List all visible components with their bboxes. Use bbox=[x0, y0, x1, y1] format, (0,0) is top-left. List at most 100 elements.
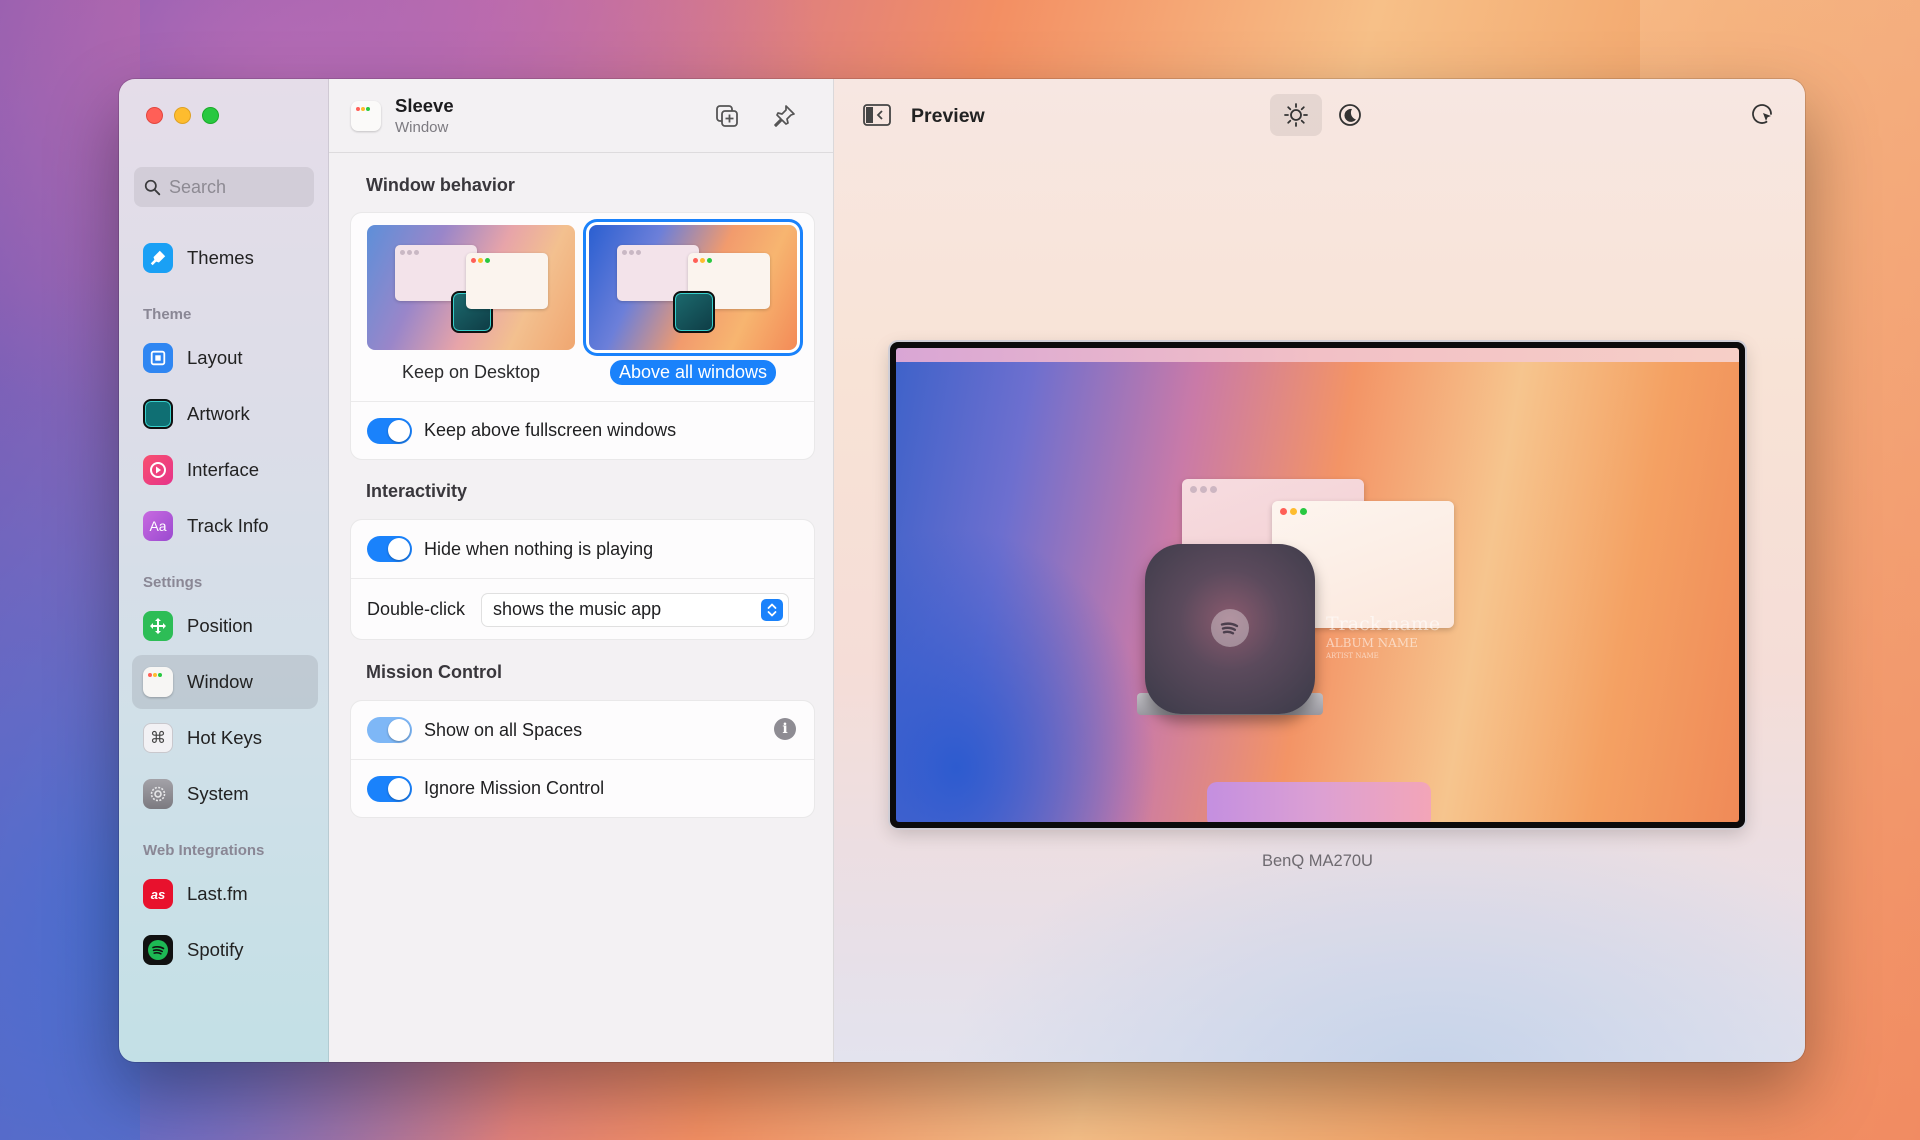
refresh-preview-button[interactable] bbox=[1737, 94, 1789, 136]
section-header-settings: Settings bbox=[143, 574, 203, 591]
hide-when-nothing-toggle[interactable] bbox=[367, 536, 412, 562]
search-icon bbox=[144, 179, 161, 195]
sidebar-item-window[interactable]: Window bbox=[132, 655, 318, 709]
system-icon bbox=[143, 779, 173, 809]
preview-track-name: Track name bbox=[1326, 613, 1441, 635]
option-label-selected: Above all windows bbox=[609, 360, 777, 385]
section-header-web-integrations: Web Integrations bbox=[143, 842, 265, 859]
thumbnail-artwork bbox=[673, 291, 715, 333]
sidebar-item-interface[interactable]: Interface bbox=[132, 443, 318, 497]
mission-control-card: Show on all Spaces i Ignore Mission Cont… bbox=[350, 700, 815, 818]
sidebar-item-spotify[interactable]: Spotify bbox=[132, 923, 318, 977]
monitor-preview: Track name ALBUM NAME ARTIST NAME bbox=[890, 342, 1745, 828]
preview-dock bbox=[1207, 782, 1431, 822]
dark-mode-button[interactable] bbox=[1324, 94, 1376, 136]
sidebar-item-label: Window bbox=[187, 671, 253, 692]
sidebar-nav: Themes Theme Layout Artwork Interface Aa… bbox=[132, 231, 318, 979]
sidebar-item-label: Spotify bbox=[187, 939, 244, 960]
double-click-row: Double-click shows the music app bbox=[351, 578, 814, 639]
preview-title: Preview bbox=[911, 105, 985, 127]
spotify-icon bbox=[143, 935, 173, 965]
show-on-all-spaces-row: Show on all Spaces i bbox=[351, 701, 814, 759]
sidebar-item-label: Last.fm bbox=[187, 883, 248, 904]
interface-icon bbox=[143, 455, 173, 485]
position-icon bbox=[143, 611, 173, 641]
toggle-label: Hide when nothing is playing bbox=[424, 538, 654, 559]
ignore-mission-control-toggle[interactable] bbox=[367, 775, 412, 802]
sidebar-item-artwork[interactable]: Artwork bbox=[132, 387, 318, 441]
sidebar-item-label: Position bbox=[187, 615, 253, 636]
section-mission-control: Mission Control bbox=[366, 662, 502, 682]
chevron-up-down-icon bbox=[761, 598, 784, 621]
pin-button[interactable] bbox=[769, 101, 799, 131]
keep-on-desktop-thumbnail bbox=[367, 225, 575, 350]
toggle-label: Keep above fullscreen windows bbox=[424, 420, 677, 440]
spotify-icon bbox=[1211, 609, 1249, 647]
option-above-all-windows[interactable]: Above all windows bbox=[587, 225, 799, 401]
sidebar-item-position[interactable]: Position bbox=[132, 599, 318, 653]
search-field[interactable]: Search bbox=[134, 167, 314, 207]
moon-icon bbox=[1339, 104, 1361, 126]
double-click-label: Double-click bbox=[367, 599, 466, 619]
sidebar-item-system[interactable]: System bbox=[132, 767, 318, 821]
themes-icon bbox=[143, 243, 173, 273]
section-header-theme: Theme bbox=[143, 306, 192, 323]
layout-icon bbox=[143, 343, 173, 373]
sidebar-item-themes[interactable]: Themes bbox=[132, 231, 318, 285]
sidebar-item-layout[interactable]: Layout bbox=[132, 331, 318, 385]
new-window-button[interactable] bbox=[712, 101, 742, 131]
sidebar-item-label: Themes bbox=[187, 247, 254, 268]
keep-above-fullscreen-toggle[interactable] bbox=[367, 417, 412, 444]
track-info-icon: Aa bbox=[143, 511, 173, 541]
thumbnail-window bbox=[466, 253, 548, 309]
preview-album-name: ALBUM NAME bbox=[1326, 636, 1418, 650]
show-on-all-spaces-toggle[interactable] bbox=[367, 717, 412, 743]
sidebar-toggle-icon bbox=[863, 104, 891, 126]
settings-panel: Sleeve Window Window behavior Keep on De… bbox=[329, 79, 834, 1062]
add-window-icon bbox=[716, 105, 738, 127]
artwork-icon bbox=[143, 399, 173, 429]
sidebar-item-label: Track Info bbox=[187, 515, 269, 536]
toggle-sidebar-button[interactable] bbox=[851, 94, 903, 136]
app-window: Search Themes Theme Layout Artwork Inter… bbox=[119, 79, 1805, 1062]
hot-keys-icon: ⌘ bbox=[143, 723, 173, 753]
pin-icon bbox=[774, 105, 795, 127]
search-placeholder: Search bbox=[169, 176, 227, 197]
minimize-button[interactable] bbox=[174, 107, 191, 124]
page-subtitle: Window bbox=[395, 119, 449, 136]
double-click-select[interactable]: shows the music app bbox=[481, 592, 790, 627]
sidebar-item-label: Layout bbox=[187, 347, 243, 368]
option-keep-on-desktop[interactable]: Keep on Desktop bbox=[365, 225, 577, 401]
interactivity-card: Hide when nothing is playing Double-clic… bbox=[350, 519, 815, 640]
sidebar: Search Themes Theme Layout Artwork Inter… bbox=[119, 79, 329, 1062]
preview-screen: Track name ALBUM NAME ARTIST NAME bbox=[896, 348, 1739, 822]
option-label: Keep on Desktop bbox=[401, 362, 541, 382]
preview-artwork bbox=[1145, 544, 1315, 714]
panel-header: Sleeve Window bbox=[329, 79, 833, 153]
behavior-options: Keep on Desktop Above all windows bbox=[351, 213, 814, 401]
preview-menubar bbox=[896, 348, 1739, 362]
info-icon[interactable]: i bbox=[774, 718, 796, 740]
light-mode-button[interactable] bbox=[1270, 94, 1322, 136]
window-behavior-card: Keep on Desktop Above all windows Keep a… bbox=[350, 212, 815, 460]
lastfm-icon: as bbox=[143, 879, 173, 909]
zoom-button[interactable] bbox=[202, 107, 219, 124]
app-icon bbox=[351, 100, 381, 131]
select-value: shows the music app bbox=[493, 599, 662, 619]
close-button[interactable] bbox=[146, 107, 163, 124]
ignore-mission-control-row: Ignore Mission Control bbox=[351, 759, 814, 817]
sidebar-item-track-info[interactable]: Aa Track Info bbox=[132, 499, 318, 553]
above-all-windows-thumbnail bbox=[589, 225, 797, 350]
sidebar-item-lastfm[interactable]: as Last.fm bbox=[132, 867, 318, 921]
toggle-label: Ignore Mission Control bbox=[424, 778, 605, 798]
section-window-behavior: Window behavior bbox=[366, 175, 515, 195]
traffic-lights bbox=[146, 107, 219, 124]
cursor-refresh-icon bbox=[1752, 104, 1772, 124]
app-title: Sleeve bbox=[395, 95, 454, 116]
window-icon bbox=[143, 667, 173, 697]
preview-artist-name: ARTIST NAME bbox=[1326, 652, 1379, 660]
section-interactivity: Interactivity bbox=[366, 481, 468, 501]
sidebar-item-hot-keys[interactable]: ⌘ Hot Keys bbox=[132, 711, 318, 765]
hide-when-nothing-row: Hide when nothing is playing bbox=[351, 520, 814, 578]
sun-icon bbox=[1284, 103, 1308, 127]
